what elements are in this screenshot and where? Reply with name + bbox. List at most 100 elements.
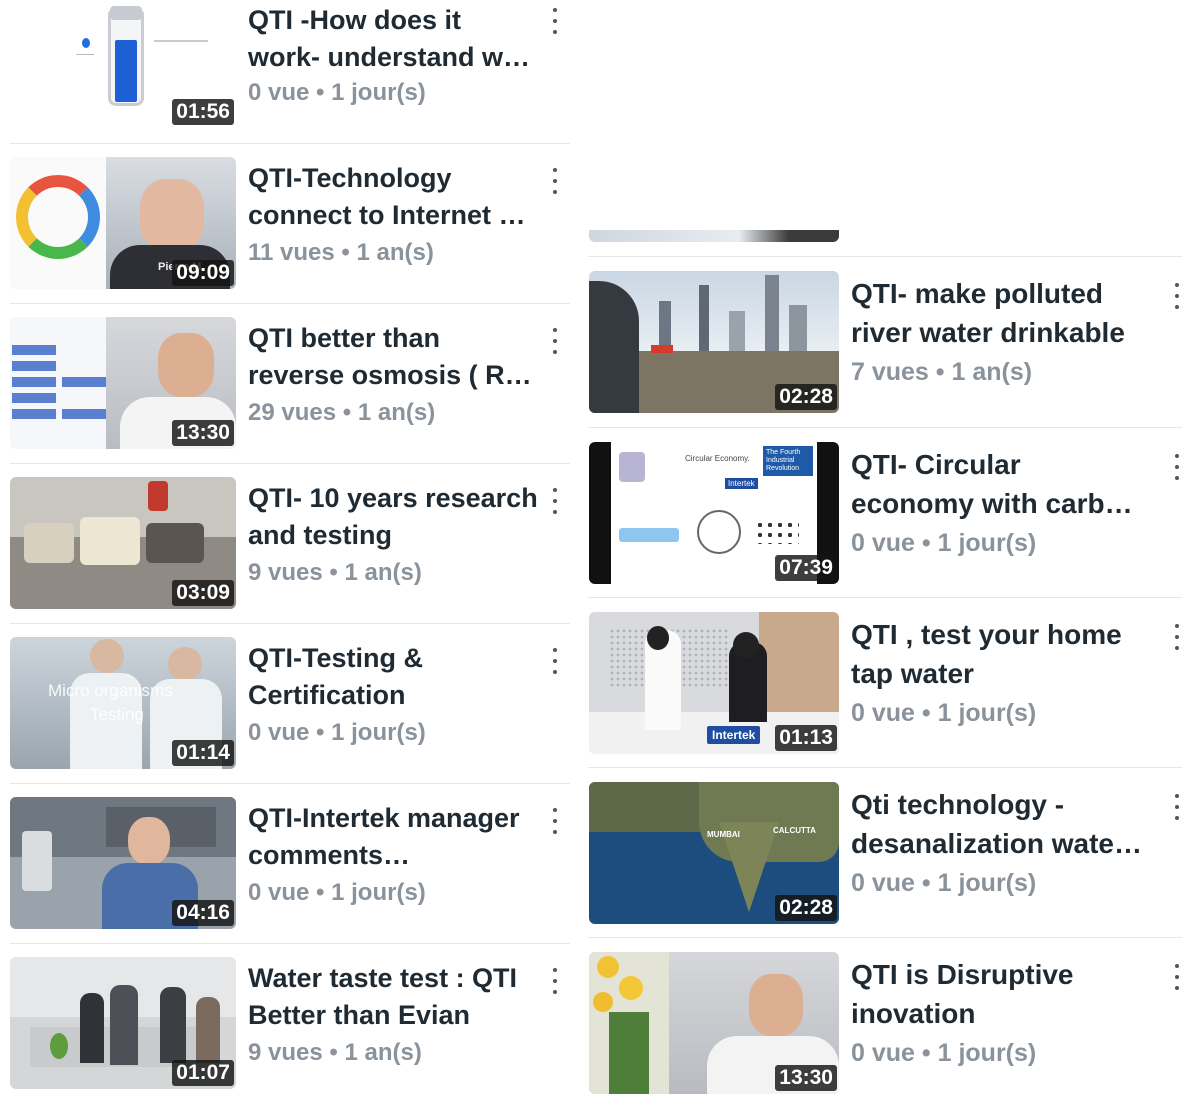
meta-separator: • xyxy=(316,719,325,746)
video-item[interactable]: Circular Economy. The Fourth Industrial … xyxy=(580,428,1182,598)
video-item[interactable]: Micro organisms Testing 01:14 QTI-Testin… xyxy=(0,624,570,784)
video-item[interactable]: Pierre M 09:09 QTI-Technology connect to… xyxy=(0,144,570,304)
video-item[interactable]: Intertek 01:13 QTI , test your home tap … xyxy=(580,598,1182,768)
video-thumbnail[interactable]: 02:28 xyxy=(589,271,839,413)
more-options-icon[interactable] xyxy=(1172,964,1182,990)
view-count: 0 vue xyxy=(248,879,310,906)
video-thumbnail[interactable]: 01:07 xyxy=(10,957,236,1089)
video-meta: 0 vue • 1 jour(s) xyxy=(851,529,1036,558)
video-thumbnail[interactable]: 04:16 xyxy=(10,797,236,929)
video-title[interactable]: QTI , test your home tap water xyxy=(851,615,1151,693)
video-thumbnail[interactable]: 13:30 xyxy=(10,317,236,449)
video-meta: 0 vue • 1 jour(s) xyxy=(248,879,426,907)
meta-separator: • xyxy=(935,358,945,386)
video-title[interactable]: Qti technology - desanalization wate… xyxy=(851,785,1151,863)
more-options-icon[interactable] xyxy=(550,488,560,514)
video-title[interactable]: QTI- Circular economy with carb… xyxy=(851,445,1151,523)
meta-separator: • xyxy=(921,1039,931,1067)
video-meta: 29 vues • 1 an(s) xyxy=(248,399,435,427)
video-thumbnail[interactable]: Circular Economy. The Fourth Industrial … xyxy=(589,442,839,584)
video-thumbnail[interactable]: 13:30 xyxy=(589,952,839,1094)
video-duration: 01:07 xyxy=(172,1060,234,1086)
thumb-caption: Circular Economy. xyxy=(685,454,750,463)
video-thumbnail[interactable]: 01:56 xyxy=(10,0,236,128)
upload-age: 1 an(s) xyxy=(344,559,422,586)
video-thumbnail[interactable]: Micro organisms Testing 01:14 xyxy=(10,637,236,769)
video-item[interactable]: 13:30 QTI is Disruptive inovation 0 vue … xyxy=(580,938,1182,1094)
video-meta: 0 vue • 1 jour(s) xyxy=(851,869,1036,898)
video-item[interactable]: MUMBAI CALCUTTA 02:28 Qti technology - d… xyxy=(580,768,1182,938)
video-thumbnail[interactable]: Pierre M 09:09 xyxy=(10,157,236,289)
upload-age: 1 jour(s) xyxy=(331,879,426,906)
upload-age: 1 an(s) xyxy=(356,239,434,266)
thumb-caption: MUMBAI xyxy=(707,830,740,839)
video-thumbnail[interactable]: MUMBAI CALCUTTA 02:28 xyxy=(589,782,839,924)
upload-age: 1 jour(s) xyxy=(331,719,426,746)
view-count: 0 vue xyxy=(851,529,915,557)
upload-age: 1 jour(s) xyxy=(937,869,1037,897)
video-title[interactable]: QTI -How does it work- understand w… xyxy=(248,2,538,76)
video-thumbnail[interactable]: Intertek 01:13 xyxy=(589,612,839,754)
more-options-icon[interactable] xyxy=(550,8,560,34)
video-thumbnail-partial[interactable] xyxy=(589,230,839,242)
view-count: 11 vues xyxy=(248,239,335,266)
thumb-caption: Intertek xyxy=(725,478,758,489)
view-count: 0 vue xyxy=(851,699,915,727)
more-options-icon[interactable] xyxy=(550,648,560,674)
view-count: 7 vues xyxy=(851,358,929,386)
video-item[interactable]: 02:28 QTI- make polluted river water dri… xyxy=(580,257,1182,427)
meta-separator: • xyxy=(921,869,931,897)
video-title[interactable]: QTI-Intertek manager comments… xyxy=(248,800,538,874)
video-meta: 0 vue • 1 jour(s) xyxy=(248,79,426,107)
video-duration: 04:16 xyxy=(172,900,234,926)
video-title[interactable]: QTI- make polluted river water drinkable xyxy=(851,274,1151,352)
video-duration: 01:56 xyxy=(172,99,234,125)
video-meta: 0 vue • 1 jour(s) xyxy=(248,719,426,747)
meta-separator: • xyxy=(921,529,931,557)
more-options-icon[interactable] xyxy=(1172,454,1182,480)
video-duration: 03:09 xyxy=(172,580,234,606)
thumb-caption: Micro organisms xyxy=(48,681,173,700)
view-count: 0 vue xyxy=(248,719,310,746)
more-options-icon[interactable] xyxy=(550,808,560,834)
view-count: 9 vues xyxy=(248,1039,323,1066)
video-item[interactable]: 04:16 QTI-Intertek manager comments… 0 v… xyxy=(0,784,570,944)
upload-age: 1 an(s) xyxy=(344,1039,422,1066)
video-meta: 7 vues • 1 an(s) xyxy=(851,358,1032,387)
video-title[interactable]: QTI-Technology connect to Internet … xyxy=(248,160,538,234)
more-options-icon[interactable] xyxy=(550,968,560,994)
video-item[interactable]: 13:30 QTI better than reverse osmosis ( … xyxy=(0,304,570,464)
more-options-icon[interactable] xyxy=(1172,283,1182,309)
video-title[interactable]: QTI is Disruptive inovation xyxy=(851,955,1151,1033)
upload-age: 1 jour(s) xyxy=(937,529,1037,557)
more-options-icon[interactable] xyxy=(1172,794,1182,820)
view-count: 0 vue xyxy=(851,869,915,897)
video-item[interactable]: 01:07 Water taste test : QTI Better than… xyxy=(0,944,570,1089)
video-title[interactable]: QTI better than reverse osmosis ( R… xyxy=(248,320,538,394)
more-options-icon[interactable] xyxy=(1172,624,1182,650)
video-meta: 9 vues • 1 an(s) xyxy=(248,1039,422,1067)
thumb-caption: CALCUTTA xyxy=(773,826,816,835)
meta-separator: • xyxy=(316,79,325,106)
video-duration: 09:09 xyxy=(172,260,234,286)
video-duration: 02:28 xyxy=(775,895,837,921)
video-duration: 07:39 xyxy=(775,555,837,581)
video-title[interactable]: Water taste test : QTI Better than Evian xyxy=(248,960,538,1034)
video-meta: 0 vue • 1 jour(s) xyxy=(851,1039,1036,1068)
upload-age: 1 jour(s) xyxy=(937,699,1037,727)
thumb-caption: The Fourth Industrial Revolution xyxy=(763,446,813,476)
video-thumbnail[interactable]: 03:09 xyxy=(10,477,236,609)
video-item[interactable]: 03:09 QTI- 10 years research and testing… xyxy=(0,464,570,624)
video-item[interactable]: 01:56 QTI -How does it work- understand … xyxy=(0,0,570,143)
video-duration: 02:28 xyxy=(775,384,837,410)
upload-age: 1 an(s) xyxy=(951,358,1033,386)
video-title[interactable]: QTI-Testing & Certification xyxy=(248,640,538,714)
view-count: 0 vue xyxy=(851,1039,915,1067)
video-title[interactable]: QTI- 10 years research and testing xyxy=(248,480,538,554)
more-options-icon[interactable] xyxy=(550,328,560,354)
meta-separator: • xyxy=(342,399,352,426)
upload-age: 1 jour(s) xyxy=(331,79,426,106)
video-duration: 01:13 xyxy=(775,725,837,751)
video-duration: 13:30 xyxy=(775,1065,837,1091)
more-options-icon[interactable] xyxy=(550,168,560,194)
